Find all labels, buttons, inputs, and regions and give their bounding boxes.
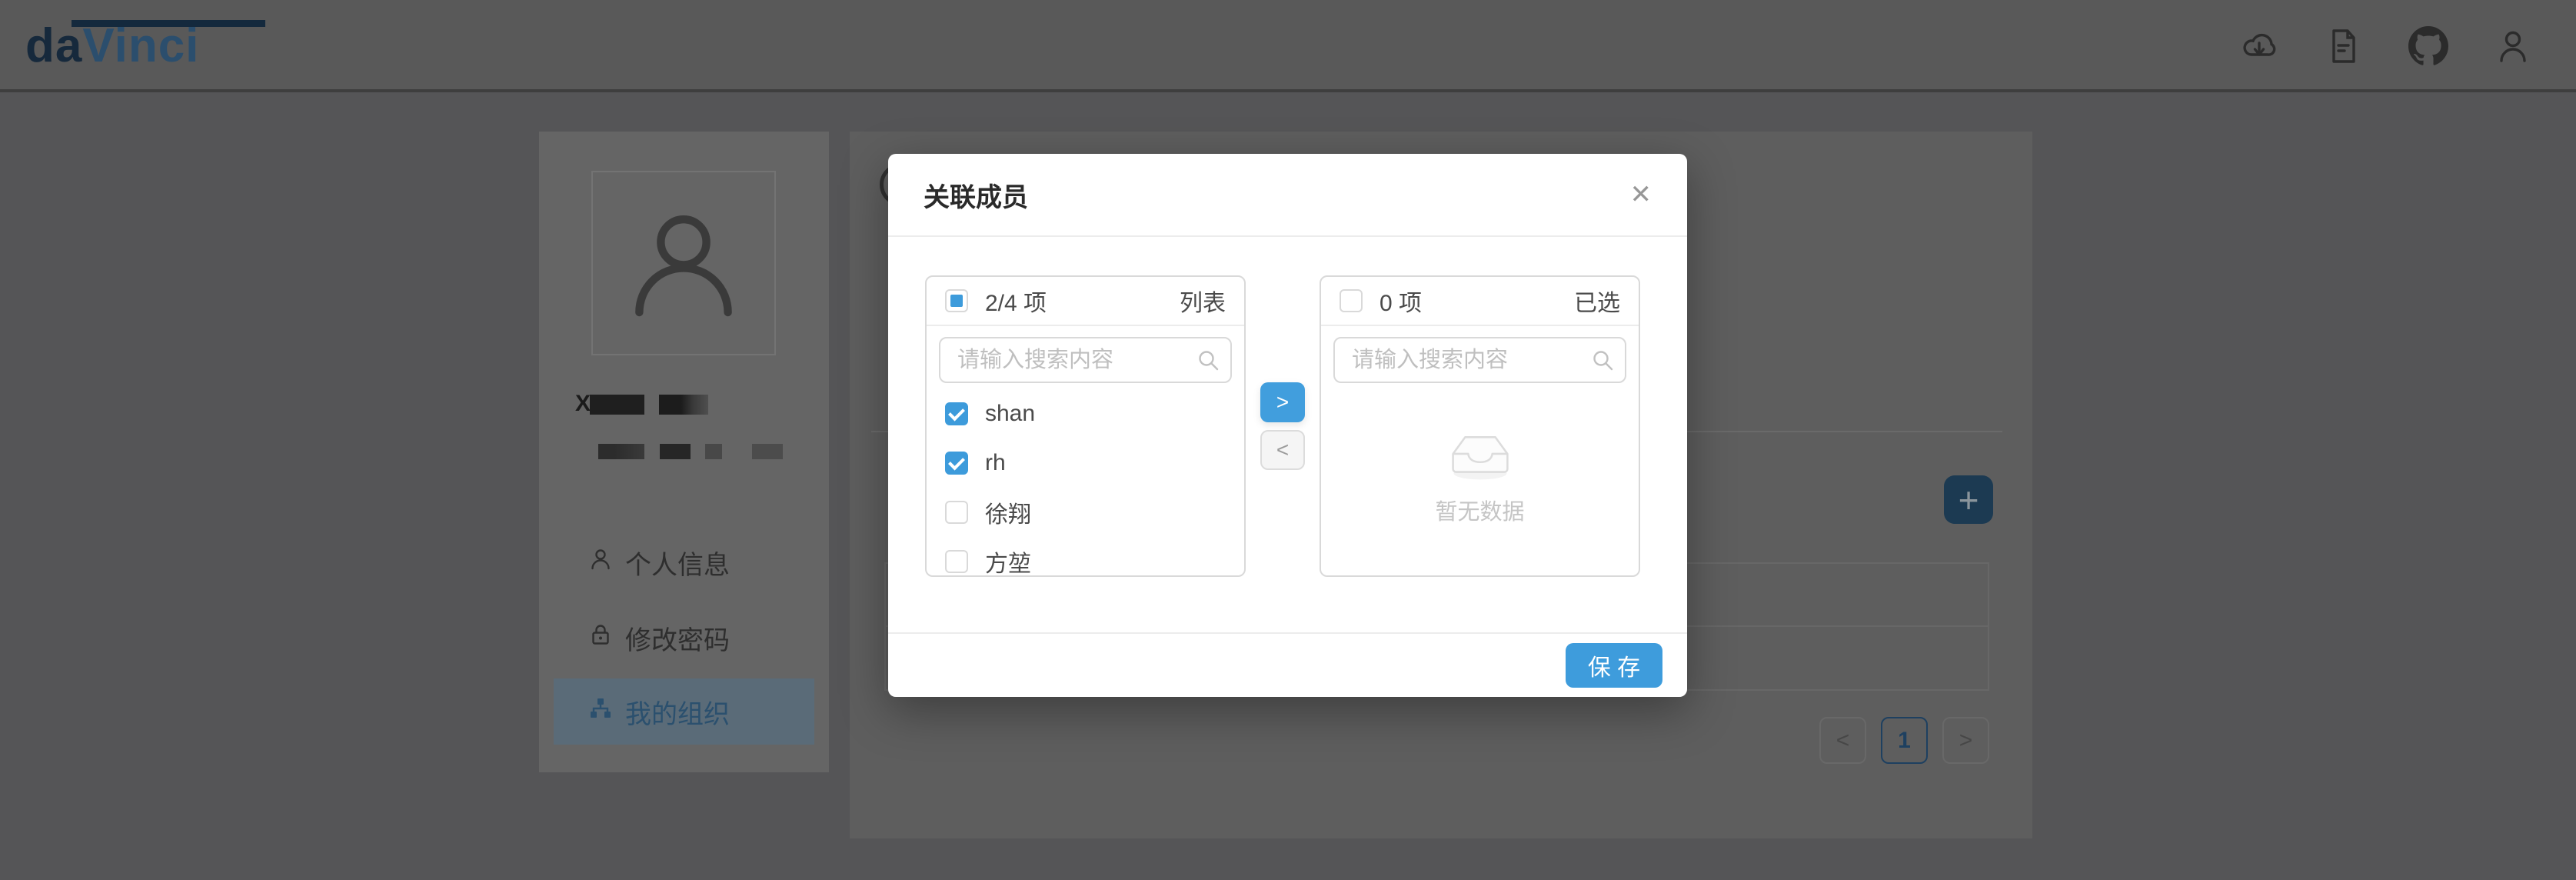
move-left-button[interactable]: < — [1260, 430, 1305, 470]
search-icon — [1196, 348, 1220, 375]
transfer-item[interactable]: 徐翔 — [945, 488, 1244, 537]
target-search-input[interactable] — [1333, 337, 1626, 383]
transfer-item[interactable]: 方堃 — [945, 537, 1244, 574]
logo-overline — [72, 20, 265, 27]
cloud-download-icon[interactable] — [2239, 26, 2279, 66]
sidebar-item-profile[interactable]: 个人信息 — [539, 538, 829, 587]
pagination-page-1[interactable]: 1 — [1881, 717, 1928, 764]
move-right-button[interactable]: > — [1260, 382, 1305, 422]
item-label: 方堃 — [985, 545, 1031, 574]
pagination-next-button[interactable]: > — [1942, 717, 1989, 764]
redacted-info-bar — [598, 444, 644, 459]
empty-text: 暂无数据 — [1435, 494, 1524, 526]
user-icon[interactable] — [2493, 26, 2533, 66]
save-button[interactable]: 保 存 — [1566, 643, 1662, 688]
item-checkbox[interactable] — [945, 402, 968, 425]
modal-title: 关联成员 — [924, 176, 1028, 214]
transfer-component: 2/4 项 列表 shan rh 徐翔 — [888, 237, 1687, 632]
sidebar-item-organization[interactable]: 我的组织 — [554, 678, 814, 745]
sidebar-item-label: 个人信息 — [625, 544, 730, 582]
target-search — [1333, 337, 1626, 383]
redacted-info-bar — [752, 444, 783, 459]
item-checkbox[interactable] — [945, 452, 968, 475]
document-icon[interactable] — [2324, 26, 2364, 66]
empty-state: 暂无数据 — [1321, 418, 1639, 526]
redacted-username-bar — [590, 395, 644, 415]
transfer-source-header: 2/4 项 列表 — [927, 277, 1244, 326]
add-member-button[interactable]: + — [1944, 475, 1993, 524]
empty-inbox-icon — [1435, 418, 1526, 485]
top-navbar: daVinci — [0, 0, 2576, 92]
redacted-info-bar — [705, 444, 722, 459]
item-label: rh — [985, 450, 1006, 476]
transfer-source-list: shan rh 徐翔 方堃 — [927, 386, 1244, 574]
source-search — [939, 337, 1232, 383]
transfer-source-panel: 2/4 项 列表 shan rh 徐翔 — [925, 275, 1246, 577]
item-label: 徐翔 — [985, 495, 1031, 529]
org-chart-icon — [588, 696, 613, 728]
github-icon[interactable] — [2408, 26, 2448, 66]
redacted-info-bar — [660, 444, 691, 459]
close-icon[interactable]: ✕ — [1630, 179, 1652, 210]
modal-footer: 保 存 — [888, 632, 1687, 697]
sidebar-item-label: 修改密码 — [625, 619, 730, 657]
source-title: 列表 — [1180, 284, 1226, 318]
app-logo[interactable]: daVinci — [25, 17, 199, 75]
search-icon — [1591, 348, 1614, 375]
sidebar-item-label: 我的组织 — [625, 693, 730, 731]
navbar-icon-group — [2239, 0, 2533, 92]
item-label: shan — [985, 401, 1035, 427]
profile-sidebar: X 个人信息 修改密码 — [539, 132, 829, 772]
pagination: < 1 > — [1819, 717, 1989, 764]
select-all-checkbox[interactable] — [1340, 289, 1363, 312]
target-count: 0 项 — [1380, 284, 1574, 318]
lock-icon — [588, 622, 613, 654]
pagination-prev-button[interactable]: < — [1819, 717, 1866, 764]
transfer-target-panel: 0 项 已选 暂无 — [1320, 275, 1640, 577]
select-all-checkbox[interactable] — [945, 289, 968, 312]
screen: daVinci — [0, 0, 2576, 880]
item-checkbox[interactable] — [945, 550, 968, 573]
redacted-username-bar — [659, 395, 708, 415]
source-count: 2/4 项 — [985, 284, 1180, 318]
avatar — [591, 171, 776, 355]
transfer-item[interactable]: rh — [945, 438, 1244, 488]
sidebar-item-password[interactable]: 修改密码 — [539, 613, 829, 662]
transfer-item[interactable]: shan — [945, 389, 1244, 438]
transfer-target-header: 0 项 已选 — [1321, 277, 1639, 326]
item-checkbox[interactable] — [945, 501, 968, 524]
target-title: 已选 — [1574, 284, 1620, 318]
source-search-input[interactable] — [939, 337, 1232, 383]
person-icon — [588, 547, 613, 578]
transfer-controls: > < — [1246, 275, 1320, 577]
associate-members-modal: 关联成员 ✕ 2/4 项 列表 — [888, 154, 1687, 697]
modal-header: 关联成员 ✕ — [888, 154, 1687, 237]
redacted-username-char: X — [575, 391, 591, 417]
